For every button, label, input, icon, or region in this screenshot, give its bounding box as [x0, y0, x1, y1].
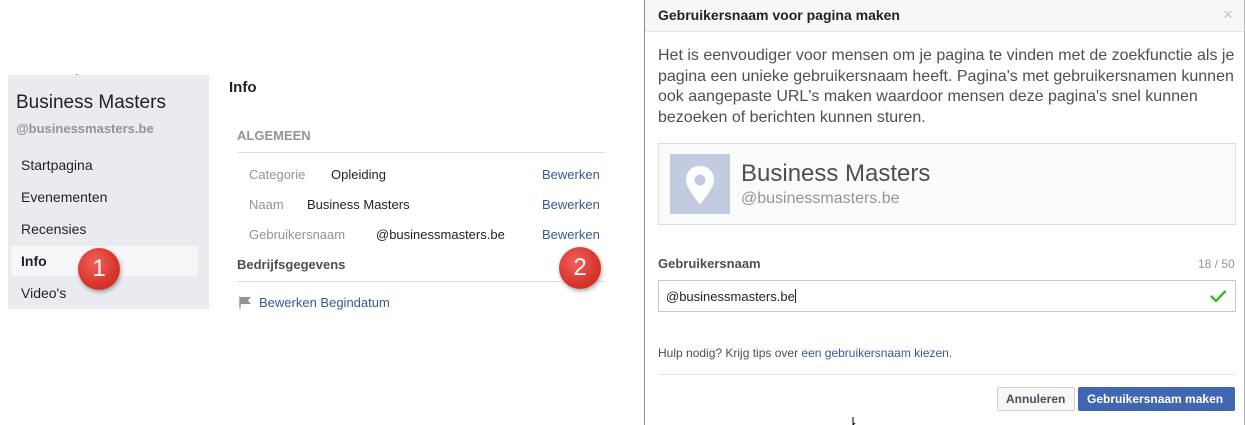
- close-icon[interactable]: ×: [1223, 5, 1233, 25]
- page-name: Business Masters: [16, 92, 166, 113]
- text-caret: [794, 289, 796, 303]
- character-counter: 18 / 50: [1198, 257, 1235, 271]
- mouse-cursor-icon: [852, 417, 856, 425]
- sidebar-item-label: Video's: [21, 285, 67, 301]
- divider: [237, 281, 605, 282]
- name-label: Naam: [249, 197, 284, 212]
- cancel-button[interactable]: Annuleren: [997, 387, 1075, 411]
- edit-name-link[interactable]: Bewerken: [542, 197, 600, 212]
- general-heading: ALGEMEEN: [237, 128, 311, 143]
- category-value: Opleiding: [331, 167, 386, 182]
- create-username-dialog: Gebruikersnaam voor pagina maken × Het i…: [644, 0, 1245, 425]
- name-value: Business Masters: [307, 197, 410, 212]
- preview-page-handle: @businessmasters.be: [741, 190, 900, 207]
- help-suffix: .: [948, 346, 953, 360]
- create-username-button[interactable]: Gebruikersnaam maken: [1078, 387, 1235, 411]
- sidebar-item-label: Startpagina: [21, 157, 93, 173]
- username-input[interactable]: @businessmasters.be: [658, 280, 1236, 312]
- username-input-value: @businessmasters.be: [666, 289, 795, 304]
- edit-username-link[interactable]: Bewerken: [542, 227, 600, 242]
- help-prefix: Hulp nodig? Krijg tips over: [658, 346, 802, 360]
- company-heading: Bedrijfsgegevens: [237, 257, 346, 272]
- dialog-footer-divider: [658, 374, 1236, 375]
- dialog-description: Het is eenvoudiger voor mensen om je pag…: [658, 47, 1235, 126]
- preview-page-name: Business Masters: [741, 160, 931, 187]
- username-value: @businessmasters.be: [376, 227, 505, 242]
- page-handle[interactable]: @businessmasters.be: [16, 121, 154, 136]
- sidebar-item-startpagina[interactable]: Startpagina: [11, 150, 198, 180]
- checkmark-icon: [1210, 290, 1226, 303]
- location-pin-icon: [686, 166, 714, 204]
- sidebar-item-evenementen[interactable]: Evenementen: [11, 182, 198, 212]
- step-badge-2: 2: [559, 247, 601, 289]
- sidebar-item-recensies[interactable]: Recensies: [11, 214, 198, 244]
- info-title: Info: [229, 79, 257, 96]
- help-text: Hulp nodig? Krijg tips over een gebruike…: [658, 346, 952, 360]
- username-label: Gebruikersnaam: [249, 227, 346, 242]
- dialog-header: Gebruikersnaam voor pagina maken ×: [645, 0, 1244, 32]
- sidebar-item-label: Info: [21, 253, 47, 269]
- edit-start-date-link[interactable]: Bewerken Begindatum: [239, 295, 390, 310]
- step-badge-1: 1: [78, 248, 120, 290]
- sidebar-item-label: Evenementen: [21, 189, 108, 205]
- username-field-label: Gebruikersnaam: [658, 256, 761, 271]
- flag-icon: [239, 296, 251, 309]
- page-placeholder-image: [670, 154, 730, 214]
- category-label: Categorie: [249, 167, 306, 182]
- sidebar-item-label: Recensies: [21, 221, 87, 237]
- dialog-title: Gebruikersnaam voor pagina maken: [658, 7, 900, 23]
- choose-username-help-link[interactable]: een gebruikersnaam kiezen: [801, 346, 948, 360]
- divider: [237, 152, 605, 153]
- edit-category-link[interactable]: Bewerken: [542, 167, 600, 182]
- page-preview-card: Business Masters @businessmasters.be: [658, 143, 1236, 225]
- edit-start-date-label: Bewerken Begindatum: [259, 295, 390, 310]
